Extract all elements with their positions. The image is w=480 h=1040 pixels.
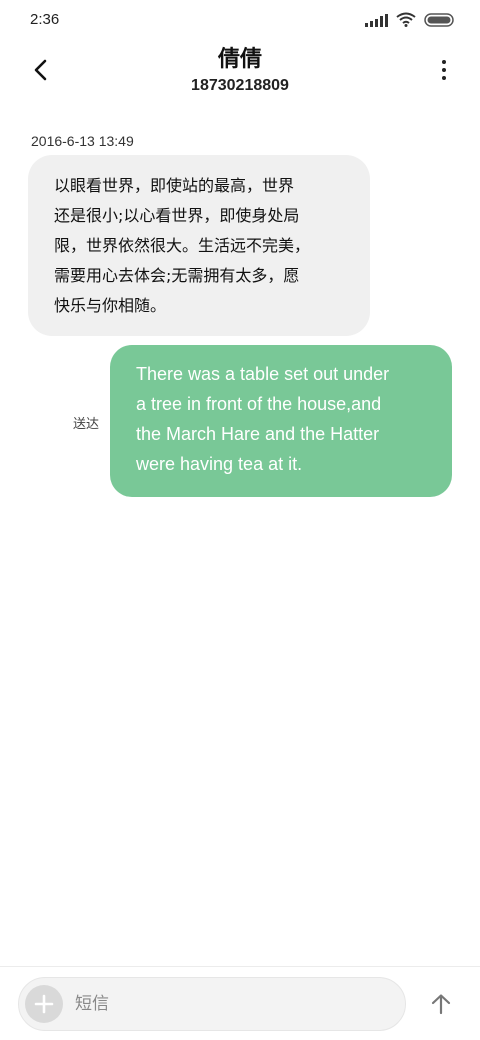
add-attachment-button[interactable] <box>25 985 63 1023</box>
arrow-up-icon <box>431 994 451 1015</box>
message-line: 需要用心去体会;无需拥有太多，愿 <box>54 266 300 285</box>
delivery-status: 送达 <box>73 417 100 432</box>
message-line: the March Hare and the Hatter <box>136 424 380 444</box>
message-line: a tree in front of the house,and <box>136 394 382 414</box>
message-line: 限，世界依然很大。生活远不完美， <box>54 236 311 255</box>
more-options-button[interactable] <box>432 54 456 86</box>
wifi-icon <box>396 12 416 27</box>
message-line: 还是很小;以心看世界，即使身处局 <box>54 206 300 225</box>
message-input[interactable] <box>75 978 395 1030</box>
signal-icon <box>365 13 388 27</box>
contact-title: 倩倩 18730218809 <box>0 46 480 96</box>
message-line: 快乐与你相随。 <box>54 296 167 315</box>
message-line: were having tea at it. <box>136 454 303 474</box>
message-timestamp: 2016-6-13 13:49 <box>31 133 134 149</box>
status-bar: 2:36 <box>0 0 480 40</box>
contact-number: 18730218809 <box>191 77 289 94</box>
message-line: 以眼看世界，即使站的最高，世界 <box>54 176 295 195</box>
outgoing-message-bubble[interactable]: There was a table set out under a tree i… <box>110 345 452 497</box>
status-time: 2:36 <box>30 11 60 28</box>
status-icons <box>365 12 454 27</box>
send-button[interactable] <box>426 989 456 1019</box>
conversation-header: 倩倩 18730218809 <box>0 40 480 110</box>
more-vertical-icon <box>442 60 446 64</box>
contact-name: 倩倩 <box>217 47 262 72</box>
incoming-message-bubble[interactable]: 以眼看世界，即使站的最高，世界 还是很小;以心看世界，即使身处局 限，世界依然很… <box>28 155 370 336</box>
composer-bar <box>0 966 480 1040</box>
battery-icon <box>424 12 454 27</box>
message-box <box>18 977 406 1031</box>
message-line: There was a table set out under <box>136 364 390 384</box>
plus-icon <box>34 994 54 1014</box>
